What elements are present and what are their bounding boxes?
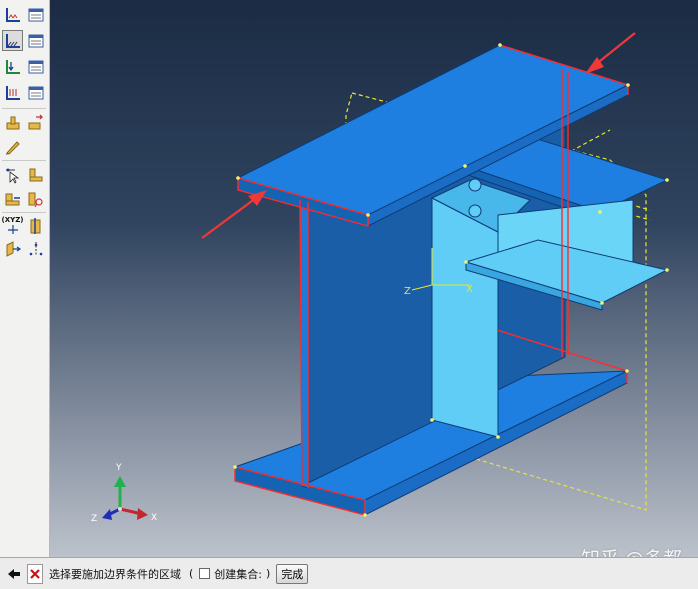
create-set-checkbox[interactable]: [199, 568, 211, 579]
toolbox-row: [2, 164, 48, 186]
datum-point-icon[interactable]: [2, 112, 23, 133]
query-pick-icon[interactable]: [2, 164, 23, 185]
translate-view-icon[interactable]: [2, 238, 23, 259]
model-canvas[interactable]: Z X Y Z X: [50, 0, 698, 557]
toolbox-row: [2, 238, 48, 260]
view-triad: [102, 476, 148, 520]
prompt-bar: 选择要施加边界条件的区域 ( 创建集合: ) 完成: [0, 557, 698, 589]
toolbox-separator: [2, 108, 46, 109]
csys-x-label: X: [466, 284, 473, 295]
csys-z-label: Z: [404, 286, 411, 297]
cancel-icon[interactable]: [27, 563, 43, 584]
prompt-paren-close: ): [266, 567, 271, 580]
toolbox: (XYZ): [0, 0, 50, 557]
prompt-paren-open: (: [189, 567, 194, 580]
triad-y-label: Y: [115, 463, 122, 473]
toolbox-row: [2, 56, 48, 78]
rotate-axis-icon[interactable]: [25, 238, 46, 259]
load-create-icon[interactable]: [2, 56, 23, 77]
partition-edge-icon[interactable]: [2, 188, 23, 209]
section-view-icon[interactable]: [25, 215, 46, 236]
toolbox-row: [2, 82, 48, 104]
toolbox-row: [2, 136, 48, 158]
triad-x-label: X: [151, 513, 157, 523]
predefined-field-manager-icon[interactable]: [25, 82, 46, 103]
toolbox-row: [2, 188, 48, 210]
annotation-arrow-left: [201, 190, 267, 239]
boundary-condition-manager-icon[interactable]: [25, 4, 46, 25]
toolbox-row: [2, 112, 48, 134]
coordinate-label: (XYZ): [1, 216, 24, 224]
toolbox-row: [2, 30, 48, 52]
predefined-field-create-icon[interactable]: [2, 82, 23, 103]
edit-feature-icon[interactable]: [2, 136, 23, 157]
create-set-label: 创建集合:: [214, 567, 263, 581]
load-manager-icon[interactable]: [25, 56, 46, 77]
symmetry-boundary-create-icon[interactable]: [2, 30, 23, 51]
symmetry-boundary-manager-icon[interactable]: [25, 30, 46, 51]
coordinate-system-icon[interactable]: (XYZ): [2, 215, 23, 236]
done-button[interactable]: 完成: [276, 563, 309, 584]
bolt-marker: [468, 204, 482, 218]
back-arrow-icon[interactable]: [5, 564, 23, 584]
toolbox-row: [2, 4, 48, 26]
boundary-condition-create-icon[interactable]: [2, 4, 23, 25]
annotation-arrow-right: [585, 32, 636, 74]
toolbox-separator: [2, 160, 46, 161]
bolt-marker: [468, 178, 482, 192]
graphics-viewport[interactable]: Z X Y Z X: [50, 0, 698, 557]
triad-z-label: Z: [91, 514, 97, 524]
partition-face-icon[interactable]: [25, 164, 46, 185]
connection-plate: [431, 197, 499, 438]
toolbox-separator: [2, 212, 46, 213]
datum-axis-icon[interactable]: [25, 112, 46, 133]
prompt-text: 选择要施加边界条件的区域: [49, 567, 181, 581]
partition-cell-icon[interactable]: [25, 188, 46, 209]
toolbox-row: (XYZ): [2, 215, 48, 237]
